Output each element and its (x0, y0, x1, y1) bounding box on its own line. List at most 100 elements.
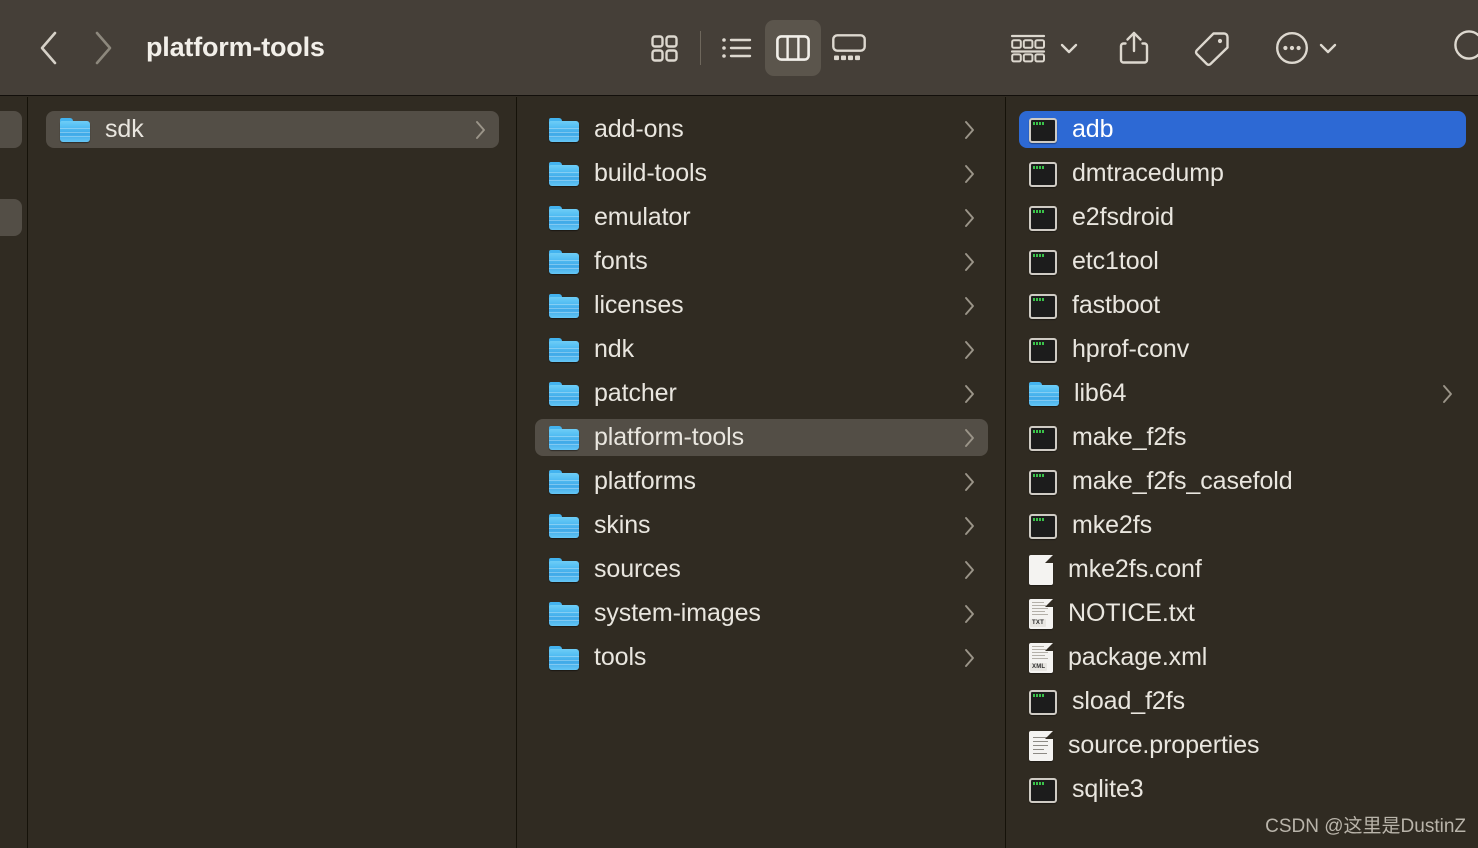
more-options-button[interactable] (1267, 20, 1344, 76)
group-by-icon (1010, 34, 1046, 63)
column-1-list: sdk (29, 97, 516, 148)
disclosure-chevron (962, 118, 976, 142)
list-item-label: build-tools (594, 159, 707, 187)
forward-button[interactable] (76, 21, 130, 75)
list-item[interactable]: add-ons (535, 111, 988, 148)
page-title: platform-tools (146, 32, 325, 62)
disclosure-chevron (962, 338, 976, 362)
group-by-button[interactable] (1004, 20, 1083, 76)
sidebar-item-partial-top[interactable] (0, 111, 22, 148)
list-item-label: dmtracedump (1072, 159, 1224, 187)
view-mode-list-button[interactable] (709, 20, 765, 76)
navigation-buttons (22, 21, 130, 75)
document-icon (1029, 554, 1053, 585)
list-item-label: mke2fs.conf (1068, 555, 1202, 583)
terminal-icon (1029, 425, 1057, 451)
list-item-label: source.properties (1068, 731, 1260, 759)
chevron-right-icon (1443, 384, 1452, 403)
share-button[interactable] (1111, 20, 1157, 76)
chevron-right-icon (965, 560, 974, 579)
disclosure-chevron (962, 646, 976, 670)
folder-icon (549, 599, 579, 629)
list-item[interactable]: etc1tool (1019, 243, 1466, 280)
list-item-label: NOTICE.txt (1068, 599, 1195, 627)
list-item[interactable]: emulator (535, 199, 988, 236)
chevron-right-icon (965, 164, 974, 183)
chevron-right-icon (965, 120, 974, 139)
chevron-right-icon (965, 384, 974, 403)
list-item-label: emulator (594, 203, 691, 231)
folder-icon (549, 291, 579, 321)
list-item-label: add-ons (594, 115, 684, 143)
chevron-down-icon (1059, 41, 1079, 55)
view-mode-gallery-button[interactable] (821, 20, 877, 76)
list-item[interactable]: platform-tools (535, 419, 988, 456)
toolbar-actions (1004, 18, 1344, 78)
lined-document-icon (1029, 730, 1053, 761)
chevron-right-icon (965, 516, 974, 535)
list-item[interactable]: make_f2fs_casefold (1019, 463, 1466, 500)
list-item[interactable]: tools (535, 639, 988, 676)
list-item[interactable]: build-tools (535, 155, 988, 192)
ellipsis-circle-icon (1275, 31, 1309, 65)
list-item-label: system-images (594, 599, 761, 627)
list-item[interactable]: mke2fs.conf (1019, 551, 1466, 588)
list-item[interactable]: skins (535, 507, 988, 544)
chevron-left-icon (40, 31, 57, 64)
disclosure-chevron (962, 294, 976, 318)
list-item[interactable]: sload_f2fs (1019, 683, 1466, 720)
folder-icon (1029, 379, 1059, 409)
list-item[interactable]: mke2fs (1019, 507, 1466, 544)
list-item[interactable]: fastboot (1019, 287, 1466, 324)
list-item[interactable]: system-images (535, 595, 988, 632)
list-item[interactable]: sdk (46, 111, 499, 148)
list-item-label: platform-tools (594, 423, 745, 451)
list-item-label: sdk (105, 115, 144, 143)
disclosure-chevron (962, 514, 976, 538)
text-document-icon: TXT (1029, 598, 1053, 629)
folder-icon (549, 247, 579, 277)
list-item-label: sload_f2fs (1072, 687, 1185, 715)
view-mode-group (636, 18, 877, 78)
terminal-icon (1029, 293, 1057, 319)
view-mode-column-button[interactable] (765, 20, 821, 76)
list-item[interactable]: fonts (535, 243, 988, 280)
share-icon (1119, 31, 1149, 64)
folder-icon (60, 115, 90, 145)
list-item[interactable]: XML package.xml (1019, 639, 1466, 676)
chevron-right-icon (965, 296, 974, 315)
list-item[interactable]: platforms (535, 463, 988, 500)
folder-icon (549, 643, 579, 673)
list-item-label: lib64 (1074, 379, 1127, 407)
view-mode-icon-button[interactable] (636, 20, 692, 76)
terminal-icon (1029, 337, 1057, 363)
list-item[interactable]: lib64 (1019, 375, 1466, 412)
list-item[interactable]: patcher (535, 375, 988, 412)
tag-icon (1194, 32, 1229, 66)
chevron-right-icon (965, 340, 974, 359)
column-view-area: sdk add-ons build-tools emulator fonts licen… (0, 97, 1478, 848)
terminal-icon (1029, 513, 1057, 539)
list-item[interactable]: sources (535, 551, 988, 588)
back-button[interactable] (22, 21, 76, 75)
finder-toolbar: platform-tools (0, 0, 1478, 96)
sidebar-item-partial-second[interactable] (0, 199, 22, 236)
search-icon (1454, 30, 1478, 60)
list-item[interactable]: sqlite3 (1019, 771, 1466, 808)
tag-button[interactable] (1187, 20, 1237, 76)
toolbar-divider (700, 31, 701, 65)
list-item[interactable]: adb (1019, 111, 1466, 148)
search-button[interactable] (1452, 18, 1478, 76)
list-item[interactable]: licenses (535, 287, 988, 324)
list-item[interactable]: hprof-conv (1019, 331, 1466, 368)
list-item[interactable]: make_f2fs (1019, 419, 1466, 456)
list-item[interactable]: ndk (535, 331, 988, 368)
xml-document-icon: XML (1029, 642, 1053, 673)
list-item-label: fastboot (1072, 291, 1161, 319)
chevron-right-icon (965, 252, 974, 271)
list-item[interactable]: dmtracedump (1019, 155, 1466, 192)
list-item[interactable]: TXT NOTICE.txt (1019, 595, 1466, 632)
list-item[interactable]: source.properties (1019, 727, 1466, 764)
list-item-label: patcher (594, 379, 677, 407)
list-item[interactable]: e2fsdroid (1019, 199, 1466, 236)
